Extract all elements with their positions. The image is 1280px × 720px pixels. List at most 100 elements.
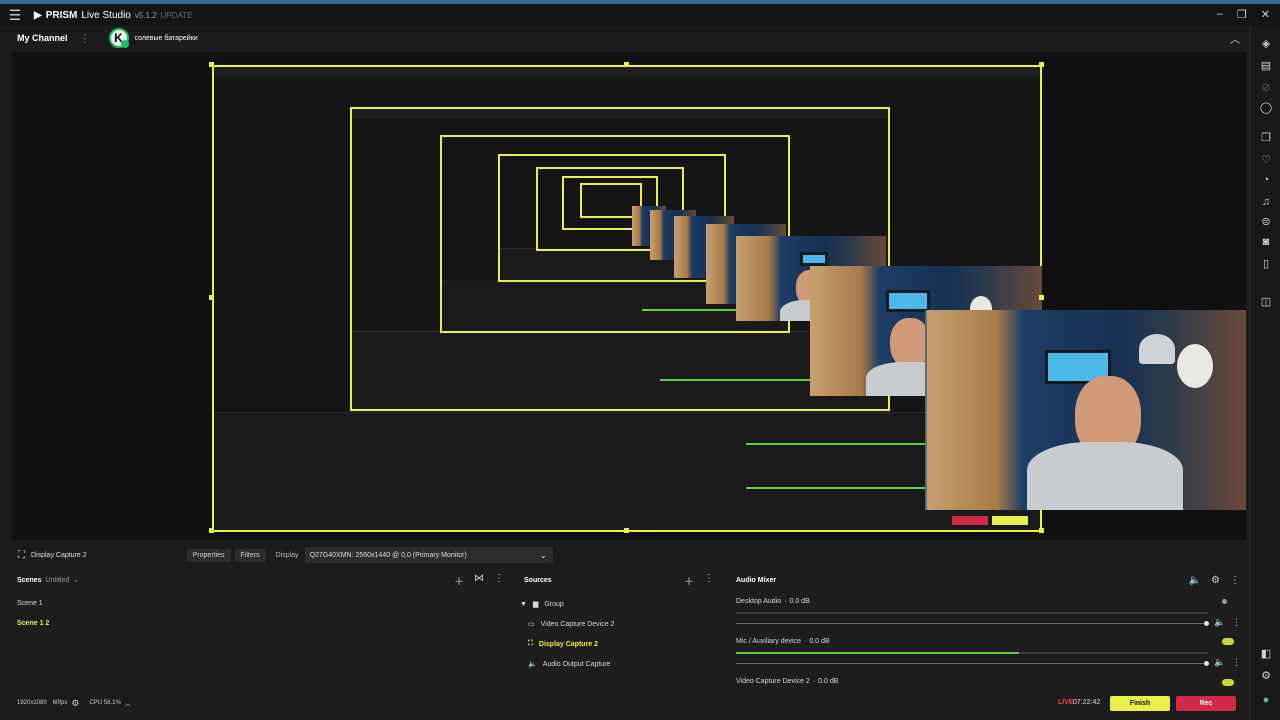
audio-channel-label: Desktop Audio · 0.0 dB <box>736 598 810 605</box>
music-icon[interactable]: ♫ <box>1258 194 1274 210</box>
close-icon[interactable]: ✕ <box>1261 8 1270 21</box>
nested-docks <box>214 412 1040 530</box>
properties-button[interactable]: Properties <box>186 548 231 562</box>
source-item-active[interactable]: ⛶ Display Capture 2 <box>528 640 598 648</box>
link-icon[interactable]: ⊘ <box>1258 80 1274 96</box>
resize-handle-r[interactable] <box>1039 295 1044 300</box>
volume-knob[interactable] <box>1204 621 1209 626</box>
channel-db: 0.0 dB <box>818 678 839 685</box>
sticker-icon[interactable]: ◔ <box>1258 172 1274 188</box>
hamburger-menu-icon[interactable]: ☰ <box>0 7 30 24</box>
rec-button[interactable]: Rec <box>1176 696 1236 711</box>
settings-icon[interactable]: ⚙ <box>1258 668 1274 684</box>
source-label: Audio Output Capture <box>542 660 611 668</box>
nested-meter <box>642 309 742 311</box>
volume-slider[interactable] <box>736 623 1208 624</box>
source-item-group[interactable]: ▼ ▆ Group <box>520 600 564 609</box>
gear-icon[interactable]: ⚙ <box>71 698 79 709</box>
monitor-toggle[interactable] <box>1222 679 1234 686</box>
speaker-icon[interactable]: 🔈 <box>1189 575 1201 586</box>
add-source-icon[interactable]: ＋ <box>684 573 694 588</box>
chevron-up-icon[interactable]: ︿ <box>1230 31 1240 46</box>
layout-icon[interactable]: ▤ <box>1258 58 1274 74</box>
display-label: Display <box>275 551 299 559</box>
nested-meter <box>660 379 810 381</box>
minimize-icon[interactable]: – <box>1217 8 1223 21</box>
source-label: Video Capture Device 2 <box>540 620 615 628</box>
chevron-up-icon[interactable]: ︿ <box>125 699 131 708</box>
audio-channel-label: Mic / Auxiliary device · 0.0 dB <box>736 638 830 645</box>
speaker-icon[interactable]: 🔈 <box>1214 617 1225 628</box>
chevron-down-icon[interactable]: ⌄ <box>73 576 79 584</box>
my-channel-label[interactable]: My Channel <box>17 33 68 43</box>
sources-header: Sources ＋ ⋮ <box>514 568 722 592</box>
more-icon[interactable]: ⋮ <box>1230 575 1240 586</box>
prism-lens-icon[interactable]: ◈ <box>1258 36 1274 52</box>
right-sidebar: ◈ ▤ ⊘ ◯ ❐ ♡ ◔ ♫ ⊜ ◙ ▯ ◫ ◧ ⚙ ● <box>1250 26 1280 720</box>
app-brand: PRISM <box>45 9 78 21</box>
update-link[interactable]: UPDATE <box>161 11 193 20</box>
battery-icon[interactable]: ▯ <box>1258 256 1274 272</box>
resize-handle-bl[interactable] <box>209 528 214 533</box>
source-item[interactable]: ▭ Video Capture Device 2 <box>528 620 615 629</box>
nested-titlebar <box>214 67 1040 77</box>
finish-button[interactable]: Finish <box>1110 696 1170 711</box>
sources-title: Sources <box>524 576 552 584</box>
assistant-icon[interactable]: ● <box>1258 692 1274 708</box>
scene-item[interactable]: Scene 1 <box>17 600 43 607</box>
maximize-icon[interactable]: ❐ <box>1237 8 1247 21</box>
audio-mixer-title: Audio Mixer <box>736 576 777 584</box>
add-scene-icon[interactable]: ＋ <box>454 573 464 588</box>
more-icon[interactable]: ⋮ <box>494 573 504 588</box>
panel-icon[interactable]: ◫ <box>1258 294 1274 310</box>
speaker-icon[interactable]: 🔈 <box>1214 657 1225 668</box>
resize-handle-l[interactable] <box>209 295 214 300</box>
resize-handle-t[interactable] <box>624 62 629 67</box>
scenes-title: Scenes <box>17 576 42 584</box>
nested-docks <box>352 331 888 409</box>
resize-handle-b[interactable] <box>624 528 629 533</box>
more-icon[interactable]: ⋮ <box>704 573 714 588</box>
heart-icon[interactable]: ♡ <box>1258 152 1274 168</box>
more-icon[interactable]: ⋮ <box>80 32 91 45</box>
monitor-toggle[interactable] <box>1222 638 1234 645</box>
filters-button[interactable]: Filters <box>234 548 266 562</box>
nested-finish <box>992 516 1028 525</box>
resize-handle-tl[interactable] <box>209 62 214 67</box>
camera-icon[interactable]: ◙ <box>1258 234 1274 250</box>
display-select[interactable]: Q27G40XMN: 2560x1440 @ 0,0 (Primary Moni… <box>304 547 553 563</box>
title-bar: ☰ ▶ PRISM Live Studio v5.1.2 UPDATE – ❐ … <box>0 0 1280 26</box>
volume-knob[interactable] <box>1204 661 1209 666</box>
scene-transition-icon[interactable]: ⋈ <box>474 573 484 588</box>
channel-name: Video Capture Device 2 <box>736 678 810 685</box>
scene-item-active[interactable]: Scene 1 2 <box>17 620 49 627</box>
channel-bar: My Channel ⋮ K солевые батарейки ︿ <box>0 26 1248 50</box>
scenes-dock: Scenes Untitled ⌄ ＋ ⋈ ⋮ Scene 1 Scene 1 … <box>0 568 512 688</box>
resize-handle-tr[interactable] <box>1039 62 1044 67</box>
resize-handle-br[interactable] <box>1039 528 1044 533</box>
volume-slider[interactable] <box>736 663 1208 664</box>
display-select-value: Q27G40XMN: 2560x1440 @ 0,0 (Primary Moni… <box>309 551 467 559</box>
channel-avatar[interactable]: K <box>108 28 129 48</box>
preview-canvas[interactable] <box>12 52 1246 540</box>
more-icon[interactable]: ⋮ <box>1232 617 1241 628</box>
nested-meter <box>746 443 926 445</box>
gear-icon[interactable]: ⚙ <box>1211 575 1220 586</box>
level-meter <box>736 612 1208 614</box>
camera-icon: ▭ <box>528 621 535 628</box>
filter-icon[interactable]: ⊜ <box>1258 214 1274 230</box>
caret-down-icon[interactable]: ▼ <box>520 601 527 608</box>
notification-icon[interactable]: ◧ <box>1258 646 1274 662</box>
fps-label: 60fps <box>52 700 68 706</box>
more-icon[interactable]: ⋮ <box>1232 657 1241 668</box>
selected-source-name: Display Capture 2 <box>31 551 87 559</box>
source-label: Group <box>544 600 564 608</box>
chat-icon[interactable]: ◯ <box>1258 100 1274 116</box>
scene-collection[interactable]: Untitled <box>46 577 70 584</box>
online-status-icon <box>120 40 129 48</box>
copy-icon[interactable]: ❐ <box>1258 130 1274 146</box>
speaker-icon: 🔈 <box>528 661 537 668</box>
webcam-source[interactable] <box>925 310 1246 510</box>
source-item[interactable]: 🔈 Audio Output Capture <box>528 660 611 669</box>
status-dot-icon <box>1222 599 1227 604</box>
